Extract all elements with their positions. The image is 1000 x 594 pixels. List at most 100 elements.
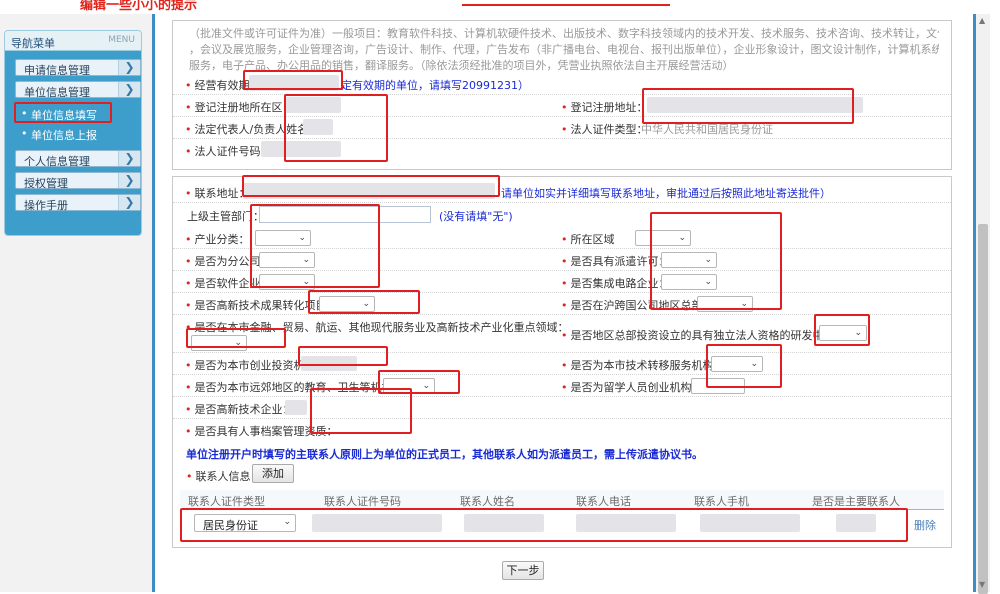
finance-select[interactable]: ⌄ (191, 335, 247, 351)
remote-row: • 是否为本市远郊地区的教育、卫生等机构： ⌄ • 是否为留学人员创业机构： ⌄ (173, 375, 951, 397)
region-select[interactable]: ⌄ (635, 230, 691, 246)
returnee-select[interactable]: ⌄ (691, 378, 745, 394)
contact-mobile-input[interactable] (700, 514, 800, 532)
add-contact-button[interactable]: 添加 (252, 464, 294, 483)
basic-info-panel: （批准文件或许可证件为准）一般项目：教育软件科技、计算机软硬件技术、出版技术、数… (172, 20, 952, 170)
address-input[interactable] (243, 183, 495, 199)
column-header: 联系人姓名 (460, 495, 515, 508)
submenu-item-unit-report[interactable]: • 单位信息上报 (15, 126, 141, 142)
rd-center-label: • 是否地区总部投资设立的具有独立法人资格的研发中心： (561, 329, 846, 342)
legal-rep-input[interactable] (303, 119, 333, 135)
chevron-down-icon: ⌄ (298, 233, 306, 243)
contacts-label: • 联系人信息： (186, 470, 262, 483)
chevron-down-icon: ⌄ (740, 299, 748, 309)
industry-row: • 产业分类： ⌄ • 所在区域 ⌄ (173, 227, 951, 249)
submenu-label: 单位信息上报 (31, 129, 97, 142)
nav-title-en: MENU (108, 35, 135, 45)
superior-hint: (没有请填"无") (439, 210, 513, 223)
superior-input[interactable] (259, 206, 431, 223)
rd-center-select[interactable]: ⌄ (819, 325, 867, 341)
address-label: • 联系地址： (185, 187, 250, 200)
contact-id-no-input[interactable] (312, 514, 442, 532)
dispatch-label: • 是否具有派遣许可： (561, 255, 670, 268)
business-scope-line2: ，会议及展览服务，企业管理咨询，广告设计、制作、代理，广告发布（非广播电台、电视… (189, 43, 939, 56)
submenu-item-unit-fill[interactable]: • 单位信息填写 (15, 106, 141, 122)
chevron-down-icon: ⌄ (678, 233, 686, 243)
chevron-right-icon: ❯ (118, 173, 140, 188)
ic-label: • 是否集成电路企业： (561, 277, 670, 290)
chevron-down-icon: ⌄ (854, 328, 862, 338)
reg-address-label: • 登记注册地址： (561, 101, 648, 114)
menu-item-manual[interactable]: 操作手册 ❯ (15, 194, 141, 212)
ic-select[interactable]: ⌄ (661, 274, 717, 290)
hightech-transform-select[interactable]: ⌄ (319, 296, 375, 312)
branch-select[interactable]: ⌄ (259, 252, 315, 268)
legal-id-no-input[interactable] (261, 141, 341, 157)
dispatch-select[interactable]: ⌄ (661, 252, 717, 268)
is-primary-select[interactable] (836, 514, 876, 532)
menu-item-label: 操作手册 (24, 199, 68, 212)
chevron-down-icon: ⌄ (362, 299, 370, 309)
legal-rep-label: • 法定代表人/负责人姓名： (185, 123, 320, 136)
legal-id-type-value: 中华人民共和国居民身份证 (641, 123, 773, 136)
column-header: 联系人证件类型 (188, 495, 265, 508)
next-step-button[interactable]: 下一步 (502, 561, 544, 580)
hightech-select[interactable] (285, 400, 307, 415)
contacts-table: 联系人证件类型 联系人证件号码 联系人姓名 联系人电话 联系人手机 是否是主要联… (180, 490, 944, 544)
chevron-right-icon: ❯ (118, 151, 140, 166)
top-strip: 编辑一些小小的提示 (0, 0, 1000, 14)
tech-transfer-select[interactable]: ⌄ (711, 356, 763, 372)
superior-row: 上级主管部门： (没有请填"无") (173, 204, 951, 226)
chevron-down-icon: ⌄ (422, 381, 430, 391)
scroll-thumb[interactable] (978, 224, 988, 594)
software-select[interactable]: ⌄ (259, 274, 315, 290)
column-header: 联系人电话 (576, 495, 631, 508)
bullet-icon: • (21, 127, 28, 140)
validity-hint: 定有效期的单位，请填写20991231） (341, 79, 529, 92)
branch-row: • 是否为分公司： ⌄ • 是否具有派遣许可： ⌄ (173, 249, 951, 271)
column-header: 是否是主要联系人 (812, 495, 900, 508)
archive-label: • 是否具有人事档案管理资质： (185, 425, 338, 438)
industry-select[interactable]: ⌄ (255, 230, 311, 246)
delete-contact-link[interactable]: 删除 (914, 517, 936, 533)
header-left-text: 编辑一些小小的提示 (80, 0, 198, 13)
chevron-down-icon: ⌄ (704, 255, 712, 265)
returnee-label: • 是否为留学人员创业机构： (561, 381, 703, 394)
chevron-down-icon: ⌄ (302, 277, 310, 287)
legal-row: • 法定代表人/负责人姓名： • 法人证件类型： 中华人民共和国居民身份证 (173, 117, 951, 139)
menu-item-label: 授权管理 (24, 177, 68, 190)
legal-id-type-label: • 法人证件类型： (561, 123, 648, 136)
venture-select[interactable] (301, 356, 357, 371)
menu-item-auth[interactable]: 授权管理 ❯ (15, 172, 141, 190)
header-underline (462, 4, 670, 6)
chevron-right-icon: ❯ (118, 195, 140, 210)
reg-address-input[interactable] (647, 97, 863, 113)
legal-id-no-label: • 法人证件号码： (185, 145, 272, 158)
software-row: • 是否软件企业： ⌄ • 是否集成电路企业： ⌄ (173, 271, 951, 293)
chevron-down-icon: ⌄ (704, 277, 712, 287)
hq-select[interactable]: ⌄ (697, 296, 753, 312)
nav-body: 申请信息管理 ❯ 单位信息管理 ❯ • 单位信息填写 • 单位信息上报 个人信息… (5, 51, 141, 235)
chevron-down-icon: ⌄ (732, 381, 740, 391)
finance-row: • 是否在本市金融、贸易、航运、其他现代服务业及高新技术产业化重点领域： ⌄ • 是… (173, 315, 951, 353)
contact-id-type-select[interactable]: 居民身份证 ⌄ (194, 514, 296, 532)
validity-input[interactable] (249, 75, 339, 91)
menu-item-unit-info[interactable]: 单位信息管理 ❯ (15, 81, 141, 99)
menu-item-label: 个人信息管理 (24, 155, 90, 168)
scroll-up-icon[interactable]: ▲ (979, 16, 985, 25)
chevron-down-icon: ⌄ (283, 517, 291, 527)
scrollbar[interactable]: ▲ ▼ (976, 14, 990, 594)
submenu-label: 单位信息填写 (31, 109, 97, 122)
address-row: • 联系地址： 请单位如实并详细填写联系地址，审批通过后按照此地址寄送批件） (173, 181, 951, 203)
remote-label: • 是否为本市远郊地区的教育、卫生等机构： (185, 381, 404, 394)
reg-area-select[interactable] (285, 97, 341, 113)
id-type-value: 居民身份证 (203, 519, 258, 532)
region-label: • 所在区域 (561, 233, 615, 246)
contact-name-input[interactable] (464, 514, 544, 532)
contact-phone-input[interactable] (576, 514, 676, 532)
superior-label: 上级主管部门： (187, 210, 264, 223)
menu-item-personal[interactable]: 个人信息管理 ❯ (15, 150, 141, 168)
menu-item-application[interactable]: 申请信息管理 ❯ (15, 59, 141, 77)
scroll-down-icon[interactable]: ▼ (979, 580, 985, 589)
remote-select[interactable]: ⌄ (383, 378, 435, 394)
